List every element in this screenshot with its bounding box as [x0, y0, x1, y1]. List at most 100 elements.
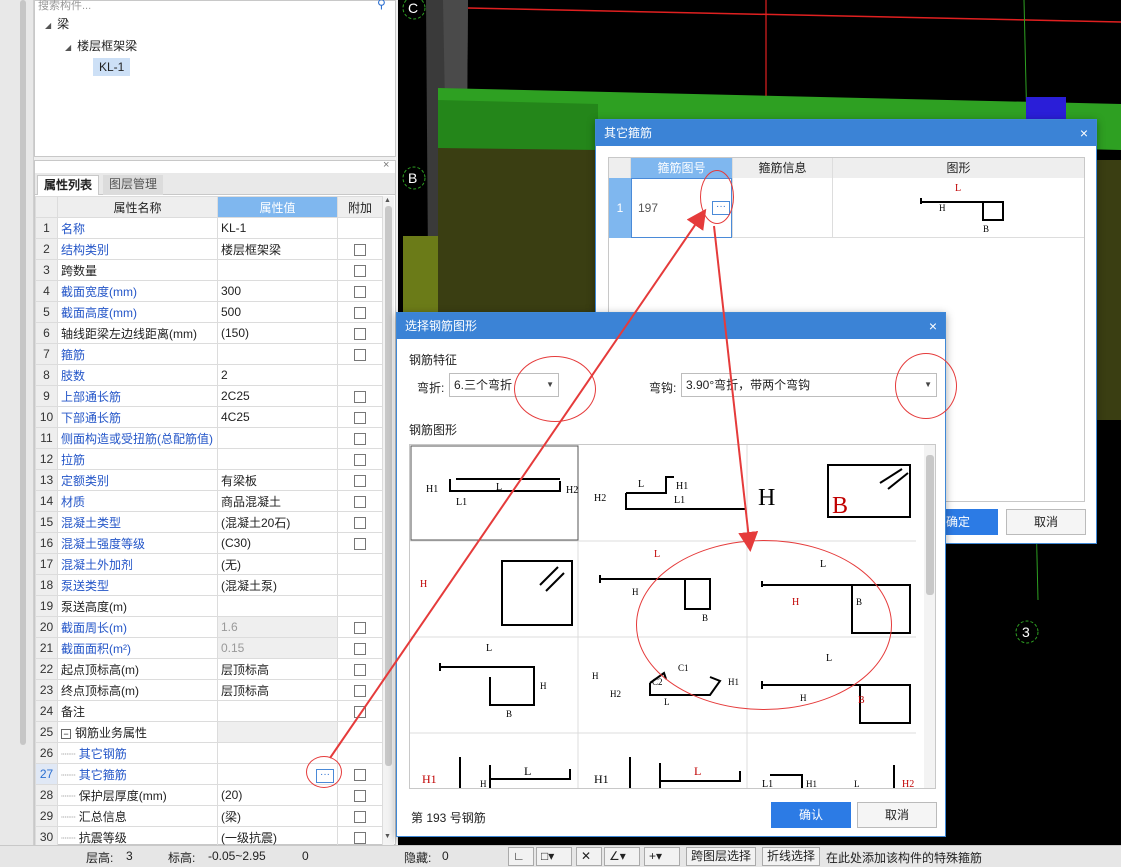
table-row[interactable]: 18 泵送类型 (混凝土泵)	[35, 574, 383, 596]
property-value[interactable]: (梁)	[217, 805, 338, 827]
scroll-up-icon[interactable]: ▲	[384, 197, 391, 204]
table-row[interactable]: 17 混凝土外加剂 (无)	[35, 553, 383, 575]
shape-cell-10[interactable]	[459, 757, 571, 789]
table-row[interactable]: 24 备注	[35, 700, 383, 722]
property-value[interactable]: 500	[217, 301, 338, 323]
table-row[interactable]: 2 结构类别 楼层框架梁	[35, 238, 383, 260]
extra-checkbox[interactable]	[354, 453, 366, 466]
cross-floor-select-button[interactable]: 跨图层选择	[686, 847, 757, 866]
extra-checkbox[interactable]	[354, 348, 366, 361]
property-value[interactable]: 有梁板	[217, 469, 338, 491]
property-value[interactable]	[217, 427, 338, 449]
shape-grid-scrollbar-thumb[interactable]	[926, 455, 934, 595]
extra-checkbox[interactable]	[354, 285, 366, 298]
property-value[interactable]: 商品混凝土	[217, 490, 338, 512]
extra-checkbox[interactable]	[354, 327, 366, 340]
property-value[interactable]: (无)	[217, 553, 338, 575]
property-scrollbar-thumb[interactable]	[385, 206, 392, 766]
property-value[interactable]: 300	[217, 280, 338, 302]
table-row[interactable]: 10 下部通长筋 4C25	[35, 406, 383, 428]
property-value[interactable]: 4C25	[217, 406, 338, 428]
property-value[interactable]	[217, 595, 338, 617]
close-icon[interactable]: ×	[383, 159, 389, 171]
extra-checkbox[interactable]	[354, 390, 366, 403]
table-row[interactable]: 22 起点顶标高(m) 层顶标高	[35, 658, 383, 680]
cross-icon[interactable]: ✕	[576, 847, 602, 866]
add-point-icon[interactable]: +▾	[644, 847, 680, 866]
shape-cell-7[interactable]	[439, 663, 535, 706]
table-row[interactable]: 12 拉筋	[35, 448, 383, 470]
tree-label-kl1[interactable]: KL-1	[93, 58, 131, 76]
polyline-select-button[interactable]: 折线选择	[762, 847, 821, 866]
property-value[interactable]: 2	[217, 364, 338, 386]
extra-checkbox[interactable]	[354, 663, 366, 676]
collapse-triangle-icon[interactable]: ◢	[45, 21, 51, 30]
property-value[interactable]	[217, 721, 338, 743]
property-value[interactable]: 2C25	[217, 385, 338, 407]
table-row[interactable]: 8 肢数 2	[35, 364, 383, 386]
close-icon[interactable]: ×	[1080, 120, 1088, 146]
table-row[interactable]: 9 上部通长筋 2C25	[35, 385, 383, 407]
stirrup-info-cell[interactable]	[732, 178, 832, 238]
shape-cell-12[interactable]	[770, 765, 895, 789]
confirm-button[interactable]: 确认	[771, 802, 851, 828]
property-value[interactable]: 楼层框架梁	[217, 238, 338, 260]
extra-checkbox[interactable]	[354, 432, 366, 445]
extra-checkbox[interactable]	[354, 474, 366, 487]
table-row[interactable]: 16 混凝土强度等级 (C30)	[35, 532, 383, 554]
property-value[interactable]	[217, 448, 338, 470]
table-row[interactable]: 20 截面周长(m) 1.6	[35, 616, 383, 638]
extra-checkbox[interactable]	[354, 516, 366, 529]
property-value[interactable]: (C30)	[217, 532, 338, 554]
table-row[interactable]: 6 轴线距梁左边线距离(mm) (150)	[35, 322, 383, 344]
table-row[interactable]: 28 ┈┈ 保护层厚度(mm) (20)	[35, 784, 383, 806]
tree-node-beam[interactable]: ◢ 梁	[45, 15, 69, 35]
search-icon[interactable]: ⚲	[377, 0, 386, 11]
tree-node-floor-frame-beam[interactable]: ◢ 楼层框架梁	[65, 37, 137, 57]
property-value[interactable]: 层顶标高	[217, 679, 338, 701]
shape-cell-11[interactable]	[629, 757, 741, 789]
extra-checkbox[interactable]	[354, 306, 366, 319]
table-row[interactable]: 13 定额类别 有梁板	[35, 469, 383, 491]
shape-cell-4[interactable]	[501, 560, 573, 626]
extra-checkbox[interactable]	[354, 411, 366, 424]
left-scrollbar[interactable]	[20, 0, 26, 745]
cancel-button[interactable]: 取消	[1006, 509, 1086, 535]
table-row[interactable]: 3 跨数量	[35, 259, 383, 281]
axis-snap-icon[interactable]: ∟	[508, 847, 534, 866]
table-row[interactable]: 4 截面宽度(mm) 300	[35, 280, 383, 302]
extra-checkbox[interactable]	[354, 684, 366, 697]
table-row[interactable]: 23 终点顶标高(m) 层顶标高	[35, 679, 383, 701]
tab-property-list[interactable]: 属性列表	[37, 175, 100, 195]
extra-checkbox[interactable]	[354, 621, 366, 634]
table-row[interactable]: 15 混凝土类型 (混凝土20石)	[35, 511, 383, 533]
property-value[interactable]	[217, 259, 338, 281]
table-row[interactable]: 14 材质 商品混凝土	[35, 490, 383, 512]
table-row[interactable]: 11 侧面构造或受扭筋(总配筋值)	[35, 427, 383, 449]
collapse-icon[interactable]: −	[61, 728, 71, 739]
property-value[interactable]: (混凝土20石)	[217, 511, 338, 533]
table-row[interactable]: 25− 钢筋业务属性	[35, 721, 383, 743]
property-value[interactable]: 层顶标高	[217, 658, 338, 680]
property-value[interactable]	[217, 700, 338, 722]
extra-checkbox[interactable]	[354, 537, 366, 550]
tab-layer-management[interactable]: 图层管理	[103, 175, 164, 195]
property-value[interactable]: 0.15	[217, 637, 338, 659]
shape-cell-1[interactable]	[449, 478, 561, 492]
table-row[interactable]: 1 名称 KL-1	[35, 217, 383, 239]
table-row[interactable]: 21 截面面积(m²) 0.15	[35, 637, 383, 659]
table-row[interactable]: 7 箍筋	[35, 343, 383, 365]
extra-checkbox[interactable]	[354, 243, 366, 256]
property-value[interactable]: 1.6	[217, 616, 338, 638]
property-value[interactable]: (混凝土泵)	[217, 574, 338, 596]
property-value[interactable]: (150)	[217, 322, 338, 344]
tree-node-kl1[interactable]: KL-1	[93, 58, 131, 76]
extra-checkbox[interactable]	[354, 831, 366, 844]
search-input[interactable]: 搜索构件...	[35, 1, 395, 13]
scroll-down-icon[interactable]: ▼	[384, 833, 391, 840]
property-value[interactable]: KL-1	[217, 217, 338, 239]
extra-checkbox[interactable]	[354, 789, 366, 802]
select-mode-icon[interactable]: □▾	[536, 847, 572, 866]
extra-checkbox[interactable]	[354, 495, 366, 508]
table-row[interactable]: 29 ┈┈ 汇总信息 (梁)	[35, 805, 383, 827]
